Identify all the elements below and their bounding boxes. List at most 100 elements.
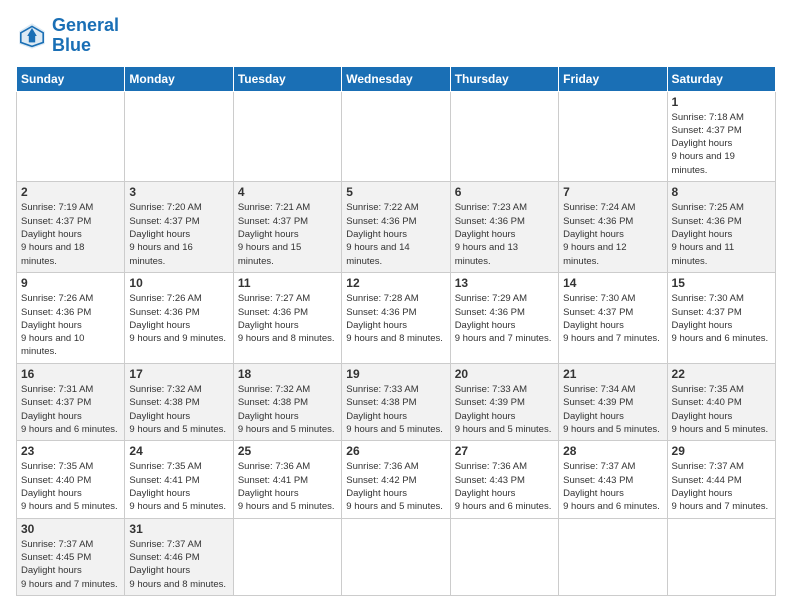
calendar-cell: 13 Sunrise: 7:29 AM Sunset: 4:36 PM Dayl…: [450, 273, 558, 364]
day-info: Sunrise: 7:24 AM Sunset: 4:36 PM Dayligh…: [563, 201, 662, 267]
day-number: 28: [563, 444, 662, 458]
calendar-cell: 8 Sunrise: 7:25 AM Sunset: 4:36 PM Dayli…: [667, 182, 775, 273]
day-info: Sunrise: 7:27 AM Sunset: 4:36 PM Dayligh…: [238, 292, 337, 345]
day-info: Sunrise: 7:36 AM Sunset: 4:42 PM Dayligh…: [346, 460, 445, 513]
day-number: 13: [455, 276, 554, 290]
day-number: 1: [672, 95, 771, 109]
day-info: Sunrise: 7:30 AM Sunset: 4:37 PM Dayligh…: [563, 292, 662, 345]
logo: General Blue: [16, 16, 119, 56]
day-number: 18: [238, 367, 337, 381]
day-number: 26: [346, 444, 445, 458]
day-info: Sunrise: 7:35 AM Sunset: 4:40 PM Dayligh…: [672, 383, 771, 436]
calendar-cell: 10 Sunrise: 7:26 AM Sunset: 4:36 PM Dayl…: [125, 273, 233, 364]
calendar-cell: [342, 518, 450, 595]
calendar-cell: 26 Sunrise: 7:36 AM Sunset: 4:42 PM Dayl…: [342, 441, 450, 518]
calendar-cell: 19 Sunrise: 7:33 AM Sunset: 4:38 PM Dayl…: [342, 364, 450, 441]
day-info: Sunrise: 7:36 AM Sunset: 4:43 PM Dayligh…: [455, 460, 554, 513]
day-number: 27: [455, 444, 554, 458]
calendar-week-row: 16 Sunrise: 7:31 AM Sunset: 4:37 PM Dayl…: [17, 364, 776, 441]
day-number: 20: [455, 367, 554, 381]
calendar-header-row: SundayMondayTuesdayWednesdayThursdayFrid…: [17, 66, 776, 91]
day-number: 24: [129, 444, 228, 458]
day-info: Sunrise: 7:31 AM Sunset: 4:37 PM Dayligh…: [21, 383, 120, 436]
day-number: 29: [672, 444, 771, 458]
day-number: 19: [346, 367, 445, 381]
calendar-cell: 31 Sunrise: 7:37 AM Sunset: 4:46 PM Dayl…: [125, 518, 233, 595]
day-info: Sunrise: 7:26 AM Sunset: 4:36 PM Dayligh…: [129, 292, 228, 345]
calendar-cell: 17 Sunrise: 7:32 AM Sunset: 4:38 PM Dayl…: [125, 364, 233, 441]
calendar-cell: 24 Sunrise: 7:35 AM Sunset: 4:41 PM Dayl…: [125, 441, 233, 518]
calendar-cell: [342, 91, 450, 182]
day-info: Sunrise: 7:32 AM Sunset: 4:38 PM Dayligh…: [129, 383, 228, 436]
day-info: Sunrise: 7:22 AM Sunset: 4:36 PM Dayligh…: [346, 201, 445, 267]
logo-text: General Blue: [52, 16, 119, 56]
calendar-cell: 27 Sunrise: 7:36 AM Sunset: 4:43 PM Dayl…: [450, 441, 558, 518]
calendar-cell: 6 Sunrise: 7:23 AM Sunset: 4:36 PM Dayli…: [450, 182, 558, 273]
calendar-cell: 3 Sunrise: 7:20 AM Sunset: 4:37 PM Dayli…: [125, 182, 233, 273]
day-info: Sunrise: 7:28 AM Sunset: 4:36 PM Dayligh…: [346, 292, 445, 345]
calendar-cell: 11 Sunrise: 7:27 AM Sunset: 4:36 PM Dayl…: [233, 273, 341, 364]
calendar-cell: 15 Sunrise: 7:30 AM Sunset: 4:37 PM Dayl…: [667, 273, 775, 364]
day-number: 10: [129, 276, 228, 290]
day-number: 2: [21, 185, 120, 199]
day-number: 25: [238, 444, 337, 458]
day-number: 16: [21, 367, 120, 381]
day-info: Sunrise: 7:37 AM Sunset: 4:46 PM Dayligh…: [129, 538, 228, 591]
calendar-cell: 29 Sunrise: 7:37 AM Sunset: 4:44 PM Dayl…: [667, 441, 775, 518]
day-number: 8: [672, 185, 771, 199]
day-number: 5: [346, 185, 445, 199]
calendar-cell: 28 Sunrise: 7:37 AM Sunset: 4:43 PM Dayl…: [559, 441, 667, 518]
day-number: 23: [21, 444, 120, 458]
day-number: 11: [238, 276, 337, 290]
day-info: Sunrise: 7:37 AM Sunset: 4:45 PM Dayligh…: [21, 538, 120, 591]
calendar-cell: 21 Sunrise: 7:34 AM Sunset: 4:39 PM Dayl…: [559, 364, 667, 441]
calendar-cell: 4 Sunrise: 7:21 AM Sunset: 4:37 PM Dayli…: [233, 182, 341, 273]
day-info: Sunrise: 7:21 AM Sunset: 4:37 PM Dayligh…: [238, 201, 337, 267]
calendar-cell: 20 Sunrise: 7:33 AM Sunset: 4:39 PM Dayl…: [450, 364, 558, 441]
day-info: Sunrise: 7:33 AM Sunset: 4:39 PM Dayligh…: [455, 383, 554, 436]
calendar-cell: [125, 91, 233, 182]
calendar-cell: [559, 518, 667, 595]
day-info: Sunrise: 7:32 AM Sunset: 4:38 PM Dayligh…: [238, 383, 337, 436]
day-number: 6: [455, 185, 554, 199]
day-number: 31: [129, 522, 228, 536]
calendar-cell: [667, 518, 775, 595]
day-number: 14: [563, 276, 662, 290]
calendar-week-row: 2 Sunrise: 7:19 AM Sunset: 4:37 PM Dayli…: [17, 182, 776, 273]
calendar-cell: 30 Sunrise: 7:37 AM Sunset: 4:45 PM Dayl…: [17, 518, 125, 595]
day-info: Sunrise: 7:35 AM Sunset: 4:40 PM Dayligh…: [21, 460, 120, 513]
calendar-cell: 22 Sunrise: 7:35 AM Sunset: 4:40 PM Dayl…: [667, 364, 775, 441]
day-number: 17: [129, 367, 228, 381]
calendar-cell: [17, 91, 125, 182]
calendar-cell: [233, 518, 341, 595]
calendar-cell: [559, 91, 667, 182]
calendar-week-row: 1 Sunrise: 7:18 AM Sunset: 4:37 PM Dayli…: [17, 91, 776, 182]
day-number: 3: [129, 185, 228, 199]
calendar-cell: 12 Sunrise: 7:28 AM Sunset: 4:36 PM Dayl…: [342, 273, 450, 364]
calendar-cell: [450, 91, 558, 182]
day-info: Sunrise: 7:23 AM Sunset: 4:36 PM Dayligh…: [455, 201, 554, 267]
calendar-week-row: 30 Sunrise: 7:37 AM Sunset: 4:45 PM Dayl…: [17, 518, 776, 595]
calendar-body: 1 Sunrise: 7:18 AM Sunset: 4:37 PM Dayli…: [17, 91, 776, 595]
day-number: 4: [238, 185, 337, 199]
calendar-cell: 16 Sunrise: 7:31 AM Sunset: 4:37 PM Dayl…: [17, 364, 125, 441]
day-info: Sunrise: 7:37 AM Sunset: 4:44 PM Dayligh…: [672, 460, 771, 513]
day-number: 12: [346, 276, 445, 290]
calendar-week-row: 23 Sunrise: 7:35 AM Sunset: 4:40 PM Dayl…: [17, 441, 776, 518]
calendar-cell: 9 Sunrise: 7:26 AM Sunset: 4:36 PM Dayli…: [17, 273, 125, 364]
calendar-header-wednesday: Wednesday: [342, 66, 450, 91]
calendar-cell: 2 Sunrise: 7:19 AM Sunset: 4:37 PM Dayli…: [17, 182, 125, 273]
day-info: Sunrise: 7:30 AM Sunset: 4:37 PM Dayligh…: [672, 292, 771, 345]
day-number: 30: [21, 522, 120, 536]
day-number: 15: [672, 276, 771, 290]
day-info: Sunrise: 7:20 AM Sunset: 4:37 PM Dayligh…: [129, 201, 228, 267]
calendar-cell: 18 Sunrise: 7:32 AM Sunset: 4:38 PM Dayl…: [233, 364, 341, 441]
calendar-header-monday: Monday: [125, 66, 233, 91]
day-info: Sunrise: 7:37 AM Sunset: 4:43 PM Dayligh…: [563, 460, 662, 513]
calendar-week-row: 9 Sunrise: 7:26 AM Sunset: 4:36 PM Dayli…: [17, 273, 776, 364]
calendar-cell: 23 Sunrise: 7:35 AM Sunset: 4:40 PM Dayl…: [17, 441, 125, 518]
day-number: 7: [563, 185, 662, 199]
day-info: Sunrise: 7:26 AM Sunset: 4:36 PM Dayligh…: [21, 292, 120, 358]
page: General Blue SundayMondayTuesdayWednesda…: [0, 0, 792, 612]
calendar-cell: 14 Sunrise: 7:30 AM Sunset: 4:37 PM Dayl…: [559, 273, 667, 364]
